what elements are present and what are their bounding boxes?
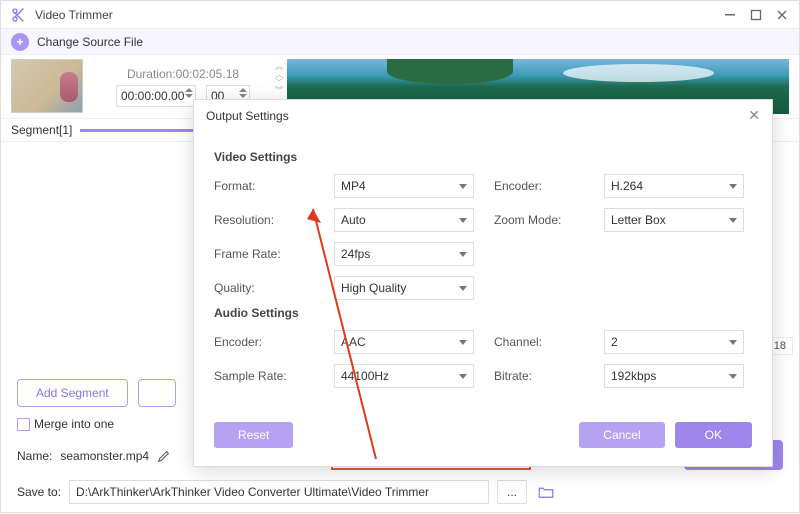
duration-label: Duration:00:02:05.18 xyxy=(127,67,239,81)
framerate-select[interactable]: 24fps xyxy=(334,242,474,266)
zoom-select[interactable]: Letter Box xyxy=(604,208,744,232)
segment-label: Segment[1] xyxy=(11,123,72,137)
audio-encoder-label: Encoder: xyxy=(214,335,314,349)
sample-rate-select[interactable]: 44100Hz xyxy=(334,364,474,388)
video-settings-header: Video Settings xyxy=(214,150,752,164)
reorder-arrows[interactable]: ︽︿﹀︾ xyxy=(275,63,283,94)
caret-down-icon xyxy=(729,184,737,189)
modal-title: Output Settings xyxy=(206,109,289,123)
minimize-button[interactable] xyxy=(723,8,737,22)
close-button[interactable] xyxy=(775,8,789,22)
add-segment-button[interactable]: Add Segment xyxy=(17,379,128,407)
name-label: Name: xyxy=(17,449,52,463)
cancel-button[interactable]: Cancel xyxy=(579,422,664,448)
resolution-select[interactable]: Auto xyxy=(334,208,474,232)
sample-rate-label: Sample Rate: xyxy=(214,369,314,383)
resolution-label: Resolution: xyxy=(214,213,314,227)
encoder-select[interactable]: H.264 xyxy=(604,174,744,198)
encoder-label: Encoder: xyxy=(494,179,584,193)
format-label: Format: xyxy=(214,179,314,193)
audio-encoder-select[interactable]: AAC xyxy=(334,330,474,354)
modal-close-icon[interactable]: ✕ xyxy=(748,107,760,124)
format-select[interactable]: MP4 xyxy=(334,174,474,198)
save-to-label: Save to: xyxy=(17,485,61,499)
app-window: Video Trimmer + Change Source File Durat… xyxy=(0,0,800,513)
output-settings-modal: Output Settings ✕ Video Settings Format:… xyxy=(193,99,773,467)
spinner-icon[interactable] xyxy=(185,88,193,98)
ok-button[interactable]: OK xyxy=(675,422,752,448)
channel-label: Channel: xyxy=(494,335,584,349)
caret-down-icon xyxy=(459,252,467,257)
checkbox-icon xyxy=(17,418,30,431)
merge-checkbox[interactable]: Merge into one xyxy=(17,417,114,431)
caret-down-icon xyxy=(729,218,737,223)
title-bar: Video Trimmer xyxy=(1,1,799,29)
spinner-icon[interactable] xyxy=(239,88,247,98)
browse-button[interactable]: ... xyxy=(497,480,527,504)
segment-thumbnail[interactable] xyxy=(11,59,83,113)
secondary-button[interactable] xyxy=(138,379,176,407)
reset-button[interactable]: Reset xyxy=(214,422,293,448)
name-value: seamonster.mp4 xyxy=(60,449,149,463)
caret-down-icon xyxy=(459,218,467,223)
caret-down-icon xyxy=(459,374,467,379)
bitrate-label: Bitrate: xyxy=(494,369,584,383)
quality-select[interactable]: High Quality xyxy=(334,276,474,300)
caret-down-icon xyxy=(459,184,467,189)
change-source-label[interactable]: Change Source File xyxy=(37,35,143,49)
caret-down-icon xyxy=(729,340,737,345)
caret-down-icon xyxy=(459,286,467,291)
edit-name-icon[interactable] xyxy=(157,449,171,463)
audio-settings-header: Audio Settings xyxy=(214,306,752,320)
window-title: Video Trimmer xyxy=(35,8,711,22)
channel-select[interactable]: 2 xyxy=(604,330,744,354)
zoom-label: Zoom Mode: xyxy=(494,213,584,227)
start-time-input[interactable]: 00:00:00.00 xyxy=(116,85,196,107)
open-folder-icon[interactable] xyxy=(535,481,557,503)
caret-down-icon xyxy=(459,340,467,345)
caret-down-icon xyxy=(729,374,737,379)
plus-icon[interactable]: + xyxy=(11,33,29,51)
framerate-label: Frame Rate: xyxy=(214,247,314,261)
quality-label: Quality: xyxy=(214,281,314,295)
source-bar: + Change Source File xyxy=(1,29,799,55)
scissor-icon xyxy=(11,7,27,23)
save-path-input[interactable]: D:\ArkThinker\ArkThinker Video Converter… xyxy=(69,480,489,504)
bitrate-select[interactable]: 192kbps xyxy=(604,364,744,388)
maximize-button[interactable] xyxy=(749,8,763,22)
